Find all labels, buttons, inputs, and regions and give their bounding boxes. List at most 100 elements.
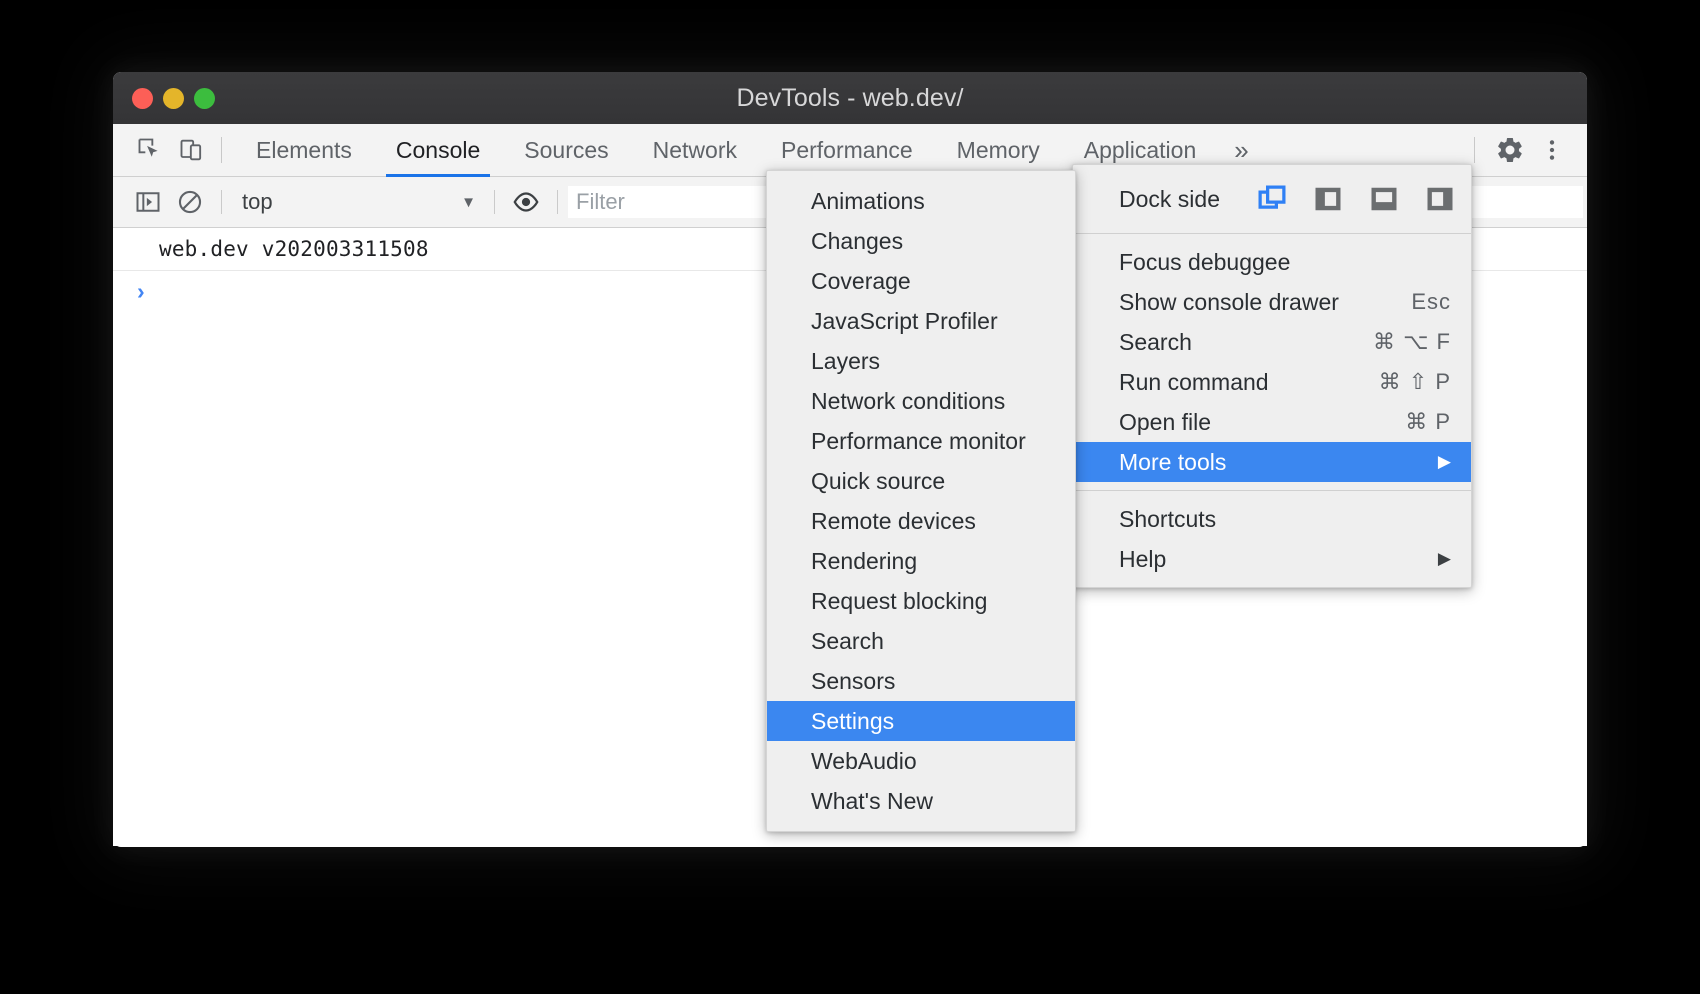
tab-label: Console bbox=[396, 137, 480, 164]
kebab-menu-icon[interactable] bbox=[1531, 129, 1573, 171]
tab-label: Application bbox=[1084, 137, 1197, 164]
submenu-item-whats-new[interactable]: What's New bbox=[767, 781, 1075, 821]
chevron-down-icon: ▼ bbox=[461, 194, 476, 211]
console-toolbar-divider-3 bbox=[557, 190, 558, 214]
dock-side-label: Dock side bbox=[1119, 186, 1220, 213]
menu-item-shortcut: ⌘ ⌥ F bbox=[1333, 329, 1451, 355]
tab-elements[interactable]: Elements bbox=[234, 124, 374, 177]
menu-item-label: Sensors bbox=[811, 668, 895, 695]
dock-side-row: Dock side bbox=[1073, 173, 1471, 225]
tabbar-divider bbox=[221, 137, 222, 163]
menu-item-label: Network conditions bbox=[811, 388, 1005, 415]
screenshot-root: DevTools - web.dev/ Elements Co bbox=[0, 0, 1700, 994]
submenu-item-sensors[interactable]: Sensors bbox=[767, 661, 1075, 701]
menu-item-focus-debuggee[interactable]: Focus debuggee bbox=[1073, 242, 1471, 282]
menu-separator-2 bbox=[1073, 490, 1471, 491]
live-expression-icon[interactable] bbox=[505, 181, 547, 223]
menu-item-show-console-drawer[interactable]: Show console drawer Esc bbox=[1073, 282, 1471, 322]
menu-item-label: Run command bbox=[1119, 369, 1269, 396]
submenu-item-coverage[interactable]: Coverage bbox=[767, 261, 1075, 301]
submenu-item-changes[interactable]: Changes bbox=[767, 221, 1075, 261]
submenu-item-rendering[interactable]: Rendering bbox=[767, 541, 1075, 581]
menu-item-label: Request blocking bbox=[811, 588, 987, 615]
device-toolbar-icon[interactable] bbox=[171, 129, 213, 171]
tab-sources[interactable]: Sources bbox=[502, 124, 630, 177]
menu-separator bbox=[1073, 233, 1471, 234]
menu-item-label: Search bbox=[811, 628, 884, 655]
close-window-button[interactable] bbox=[132, 88, 153, 109]
submenu-item-remote-devices[interactable]: Remote devices bbox=[767, 501, 1075, 541]
window-title: DevTools - web.dev/ bbox=[113, 84, 1587, 113]
submenu-item-request-blocking[interactable]: Request blocking bbox=[767, 581, 1075, 621]
menu-item-label: Open file bbox=[1119, 409, 1211, 436]
menu-item-open-file[interactable]: Open file ⌘ P bbox=[1073, 402, 1471, 442]
tab-network[interactable]: Network bbox=[631, 124, 759, 177]
inspect-element-icon[interactable] bbox=[129, 129, 171, 171]
traffic-light-buttons bbox=[132, 72, 215, 124]
dock-side-options bbox=[1257, 184, 1455, 214]
menu-item-shortcut: ⌘ ⇧ P bbox=[1339, 369, 1451, 395]
submenu-item-webaudio[interactable]: WebAudio bbox=[767, 741, 1075, 781]
menu-item-more-tools[interactable]: More tools ▶ bbox=[1073, 442, 1471, 482]
menu-item-label: Settings bbox=[811, 708, 894, 735]
main-devtools-menu: Dock side bbox=[1072, 164, 1472, 588]
submenu-item-javascript-profiler[interactable]: JavaScript Profiler bbox=[767, 301, 1075, 341]
dock-to-bottom-icon[interactable] bbox=[1369, 184, 1399, 214]
menu-item-shortcut: ⌘ P bbox=[1365, 409, 1451, 435]
menu-item-label: Shortcuts bbox=[1119, 506, 1216, 533]
dock-to-left-icon[interactable] bbox=[1313, 184, 1343, 214]
execution-context-value: top bbox=[242, 189, 273, 215]
tabbar-right-divider bbox=[1474, 137, 1475, 163]
dock-to-right-icon[interactable] bbox=[1425, 184, 1455, 214]
minimize-window-button[interactable] bbox=[163, 88, 184, 109]
menu-item-label: Search bbox=[1119, 329, 1192, 356]
tabbar-right-group bbox=[1468, 129, 1587, 171]
chevron-right-icon: › bbox=[137, 278, 145, 305]
console-sidebar-icon[interactable] bbox=[127, 181, 169, 223]
execution-context-selector[interactable]: top ▼ bbox=[232, 184, 484, 220]
tab-label: Performance bbox=[781, 137, 913, 164]
tab-label: Memory bbox=[957, 137, 1040, 164]
submenu-arrow-icon: ▶ bbox=[1408, 452, 1451, 472]
submenu-item-quick-source[interactable]: Quick source bbox=[767, 461, 1075, 501]
undock-into-separate-window-icon[interactable] bbox=[1257, 184, 1287, 214]
menu-item-shortcuts[interactable]: Shortcuts bbox=[1073, 499, 1471, 539]
menu-item-search[interactable]: Search ⌘ ⌥ F bbox=[1073, 322, 1471, 362]
menu-item-help[interactable]: Help ▶ bbox=[1073, 539, 1471, 579]
menu-item-label: Coverage bbox=[811, 268, 911, 295]
more-tools-submenu: Animations Changes Coverage JavaScript P… bbox=[766, 170, 1076, 832]
submenu-item-network-conditions[interactable]: Network conditions bbox=[767, 381, 1075, 421]
tab-memory[interactable]: Memory bbox=[935, 124, 1062, 177]
submenu-item-layers[interactable]: Layers bbox=[767, 341, 1075, 381]
menu-item-label: What's New bbox=[811, 788, 933, 815]
menu-item-label: Changes bbox=[811, 228, 903, 255]
menu-item-label: Layers bbox=[811, 348, 880, 375]
tab-label: Sources bbox=[524, 137, 608, 164]
menu-item-label: WebAudio bbox=[811, 748, 917, 775]
menu-item-label: Help bbox=[1119, 546, 1166, 573]
console-toolbar-divider-2 bbox=[494, 190, 495, 214]
submenu-item-settings[interactable]: Settings bbox=[767, 701, 1075, 741]
submenu-arrow-icon: ▶ bbox=[1408, 549, 1451, 569]
window-titlebar: DevTools - web.dev/ bbox=[113, 72, 1587, 124]
menu-item-run-command[interactable]: Run command ⌘ ⇧ P bbox=[1073, 362, 1471, 402]
tab-label: Network bbox=[653, 137, 737, 164]
menu-item-label: JavaScript Profiler bbox=[811, 308, 998, 335]
clear-console-icon[interactable] bbox=[169, 181, 211, 223]
menu-item-label: More tools bbox=[1119, 449, 1226, 476]
tab-console[interactable]: Console bbox=[374, 124, 502, 177]
tab-performance[interactable]: Performance bbox=[759, 124, 935, 177]
menu-item-label: Show console drawer bbox=[1119, 289, 1339, 316]
menu-item-label: Animations bbox=[811, 188, 925, 215]
submenu-item-search[interactable]: Search bbox=[767, 621, 1075, 661]
overflow-label: » bbox=[1234, 135, 1248, 166]
gear-icon[interactable] bbox=[1489, 129, 1531, 171]
submenu-item-performance-monitor[interactable]: Performance monitor bbox=[767, 421, 1075, 461]
submenu-item-animations[interactable]: Animations bbox=[767, 181, 1075, 221]
menu-item-label: Focus debuggee bbox=[1119, 249, 1290, 276]
tab-label: Elements bbox=[256, 137, 352, 164]
menu-item-shortcut: Esc bbox=[1371, 289, 1451, 315]
maximize-window-button[interactable] bbox=[194, 88, 215, 109]
console-toolbar-divider-1 bbox=[221, 190, 222, 214]
menu-item-label: Performance monitor bbox=[811, 428, 1026, 455]
